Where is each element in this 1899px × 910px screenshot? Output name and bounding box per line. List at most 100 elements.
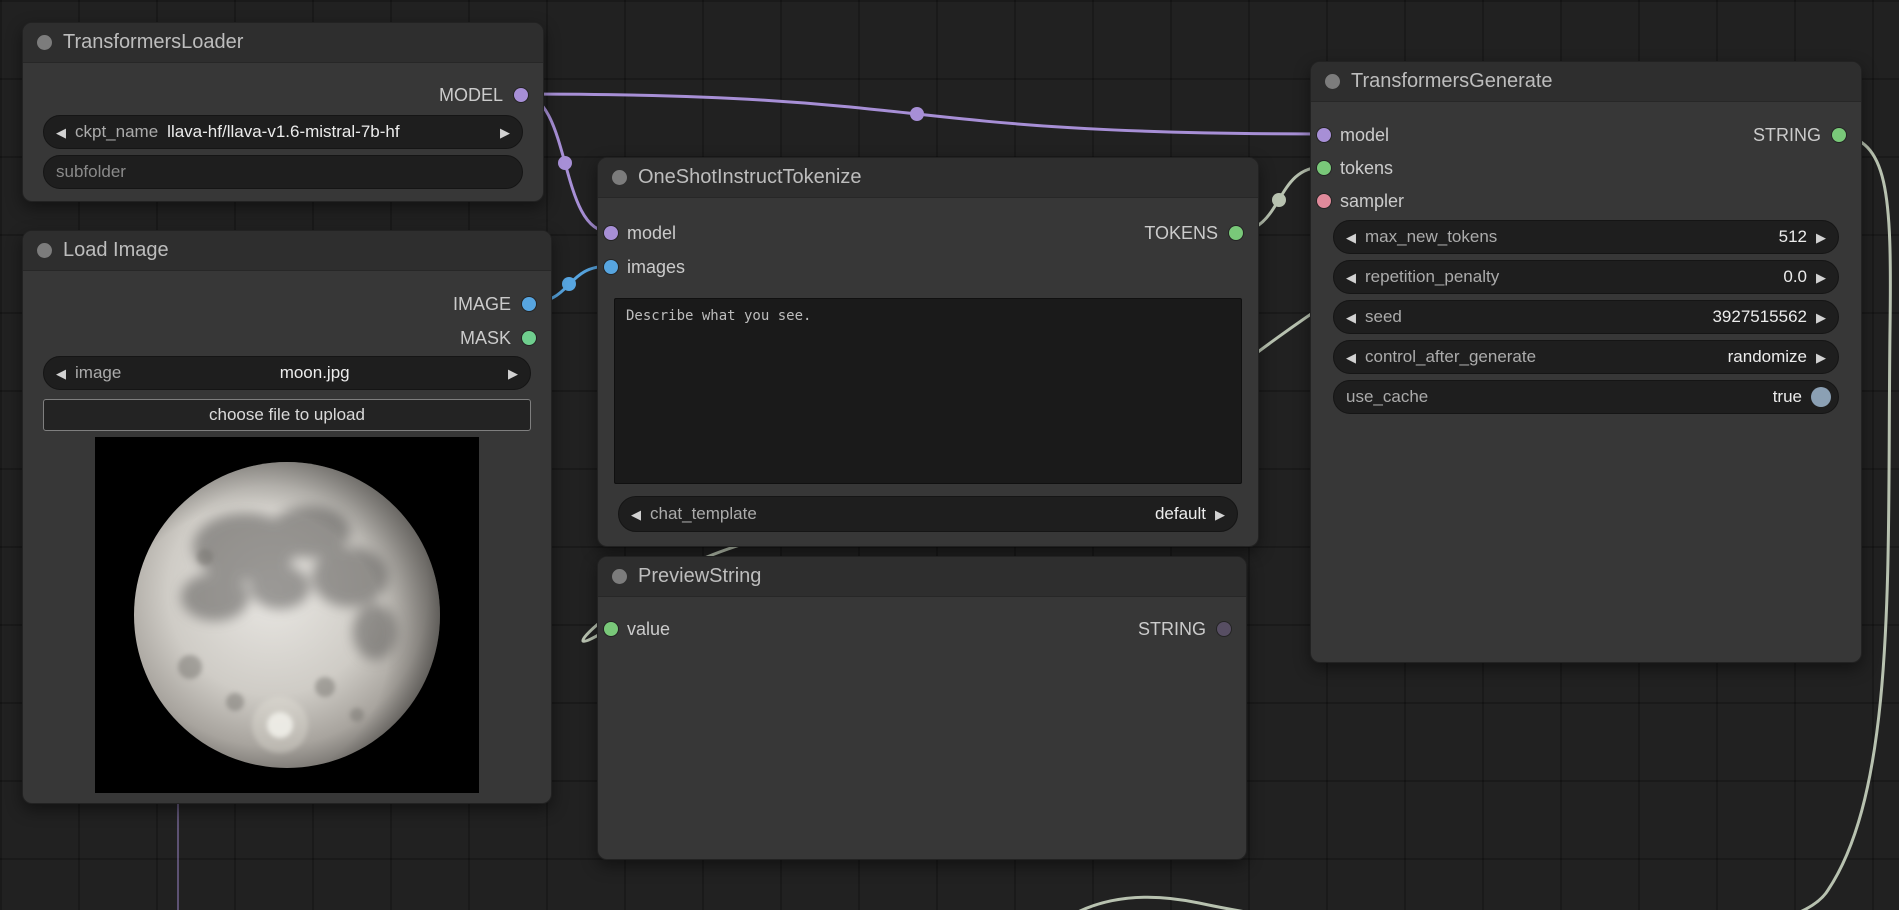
node-title-bar: TransformersGenerate <box>1311 62 1861 102</box>
chat-template-widget[interactable]: ◀ chat_template default ▶ <box>618 496 1238 532</box>
image-output-dot[interactable] <box>522 297 536 311</box>
decrement-arrow-icon[interactable]: ◀ <box>1346 271 1356 284</box>
slot-label: IMAGE <box>453 294 511 315</box>
string-output-dot[interactable] <box>1832 128 1846 142</box>
output-slot-tokens: TOKENS <box>1144 215 1243 251</box>
slot-label: tokens <box>1340 158 1393 179</box>
increment-arrow-icon[interactable]: ▶ <box>1816 231 1826 244</box>
widget-label: seed <box>1365 307 1402 327</box>
use-cache-widget[interactable]: use_cache true <box>1333 380 1839 414</box>
slot-label: MASK <box>460 328 511 349</box>
slot-label: model <box>1340 125 1389 146</box>
node-collapse-toggle[interactable] <box>37 243 52 258</box>
node-load-image[interactable]: Load Image IMAGE MASK ◀ image moon.jpg ▶… <box>22 230 552 804</box>
increment-arrow-icon[interactable]: ▶ <box>1816 271 1826 284</box>
widget-value: default <box>1155 504 1206 524</box>
slot-label: value <box>627 619 670 640</box>
ckpt-name-widget[interactable]: ◀ ckpt_name llava-hf/llava-v1.6-mistral-… <box>43 115 523 149</box>
moon-illustration <box>95 437 479 793</box>
moon-preview-image <box>95 437 479 793</box>
slot-label: MODEL <box>439 85 503 106</box>
node-transformers-loader[interactable]: TransformersLoader MODEL ◀ ckpt_name lla… <box>22 22 544 202</box>
link-dot-model-generate <box>910 107 924 121</box>
widget-label: max_new_tokens <box>1365 227 1497 247</box>
decrement-arrow-icon[interactable]: ◀ <box>1346 311 1356 324</box>
images-input-dot[interactable] <box>604 260 618 274</box>
widget-label: control_after_generate <box>1365 347 1536 367</box>
prompt-textarea[interactable]: Describe what you see. <box>614 298 1242 484</box>
widget-label: image <box>75 363 121 383</box>
increment-arrow-icon[interactable]: ▶ <box>1816 351 1826 364</box>
node-collapse-toggle[interactable] <box>37 35 52 50</box>
node-oneshot-instruct-tokenize[interactable]: OneShotInstructTokenize model images TOK… <box>597 157 1259 547</box>
control-after-generate-widget[interactable]: ◀ control_after_generate randomize ▶ <box>1333 340 1839 374</box>
input-slot-sampler: sampler <box>1317 183 1404 219</box>
max-new-tokens-widget[interactable]: ◀ max_new_tokens 512 ▶ <box>1333 220 1839 254</box>
decrement-arrow-icon[interactable]: ◀ <box>631 508 641 521</box>
decrement-arrow-icon[interactable]: ◀ <box>56 367 66 380</box>
image-select-widget[interactable]: ◀ image moon.jpg ▶ <box>43 356 531 390</box>
node-transformers-generate[interactable]: TransformersGenerate model tokens sample… <box>1310 61 1862 663</box>
widget-label: use_cache <box>1346 387 1428 407</box>
model-input-dot[interactable] <box>604 226 618 240</box>
sampler-input-dot[interactable] <box>1317 194 1331 208</box>
increment-arrow-icon[interactable]: ▶ <box>500 126 510 139</box>
tokens-output-dot[interactable] <box>1229 226 1243 240</box>
slot-label: STRING <box>1753 125 1821 146</box>
input-slot-value: value <box>604 611 670 647</box>
increment-arrow-icon[interactable]: ▶ <box>508 367 518 380</box>
string-output-dot[interactable] <box>1217 622 1231 636</box>
widget-value: true <box>1773 387 1802 407</box>
input-slot-tokens: tokens <box>1317 150 1393 186</box>
model-input-dot[interactable] <box>1317 128 1331 142</box>
slot-label: STRING <box>1138 619 1206 640</box>
repetition-penalty-widget[interactable]: ◀ repetition_penalty 0.0 ▶ <box>1333 260 1839 294</box>
subfolder-widget[interactable]: subfolder <box>43 155 523 189</box>
output-slot-mask: MASK <box>460 320 536 356</box>
mask-output-dot[interactable] <box>522 331 536 345</box>
node-title-bar: TransformersLoader <box>23 23 543 63</box>
increment-arrow-icon[interactable]: ▶ <box>1816 311 1826 324</box>
input-slot-model: model <box>604 215 676 251</box>
slot-label: TOKENS <box>1144 223 1218 244</box>
widget-label: repetition_penalty <box>1365 267 1499 287</box>
widget-label: subfolder <box>56 162 126 182</box>
output-slot-model: MODEL <box>439 77 528 113</box>
slot-label: sampler <box>1340 191 1404 212</box>
widget-label: chat_template <box>650 504 757 524</box>
decrement-arrow-icon[interactable]: ◀ <box>56 126 66 139</box>
decrement-arrow-icon[interactable]: ◀ <box>1346 231 1356 244</box>
graph-canvas[interactable]: TransformersLoader MODEL ◀ ckpt_name lla… <box>0 0 1899 910</box>
decrement-arrow-icon[interactable]: ◀ <box>1346 351 1356 364</box>
seed-widget[interactable]: ◀ seed 3927515562 ▶ <box>1333 300 1839 334</box>
widget-value: llava-hf/llava-v1.6-mistral-7b-hf <box>167 122 399 142</box>
node-collapse-toggle[interactable] <box>612 569 627 584</box>
widget-value: randomize <box>1728 347 1807 367</box>
node-title-bar: Load Image <box>23 231 551 271</box>
input-slot-model: model <box>1317 117 1389 153</box>
node-title: TransformersGenerate <box>1351 70 1553 93</box>
slot-label: images <box>627 257 685 278</box>
node-preview-string[interactable]: PreviewString value STRING <box>597 556 1247 860</box>
node-title: PreviewString <box>638 565 761 588</box>
input-slot-images: images <box>604 249 685 285</box>
node-collapse-toggle[interactable] <box>612 170 627 185</box>
widget-value: moon.jpg <box>280 363 350 383</box>
widget-value: 3927515562 <box>1712 307 1807 327</box>
model-output-dot[interactable] <box>514 88 528 102</box>
boolean-toggle-icon[interactable] <box>1811 387 1831 407</box>
choose-file-button[interactable]: choose file to upload <box>43 399 531 431</box>
increment-arrow-icon[interactable]: ▶ <box>1215 508 1225 521</box>
node-title: Load Image <box>63 239 169 262</box>
tokens-input-dot[interactable] <box>1317 161 1331 175</box>
widget-label: ckpt_name <box>75 122 158 142</box>
link-dot-image <box>562 277 576 291</box>
link-dot-model-tokenize <box>558 156 572 170</box>
output-slot-image: IMAGE <box>453 286 536 322</box>
output-slot-string: STRING <box>1753 117 1846 153</box>
value-input-dot[interactable] <box>604 622 618 636</box>
node-collapse-toggle[interactable] <box>1325 74 1340 89</box>
node-title: OneShotInstructTokenize <box>638 166 861 189</box>
node-title-bar: OneShotInstructTokenize <box>598 158 1258 198</box>
node-title-bar: PreviewString <box>598 557 1246 597</box>
